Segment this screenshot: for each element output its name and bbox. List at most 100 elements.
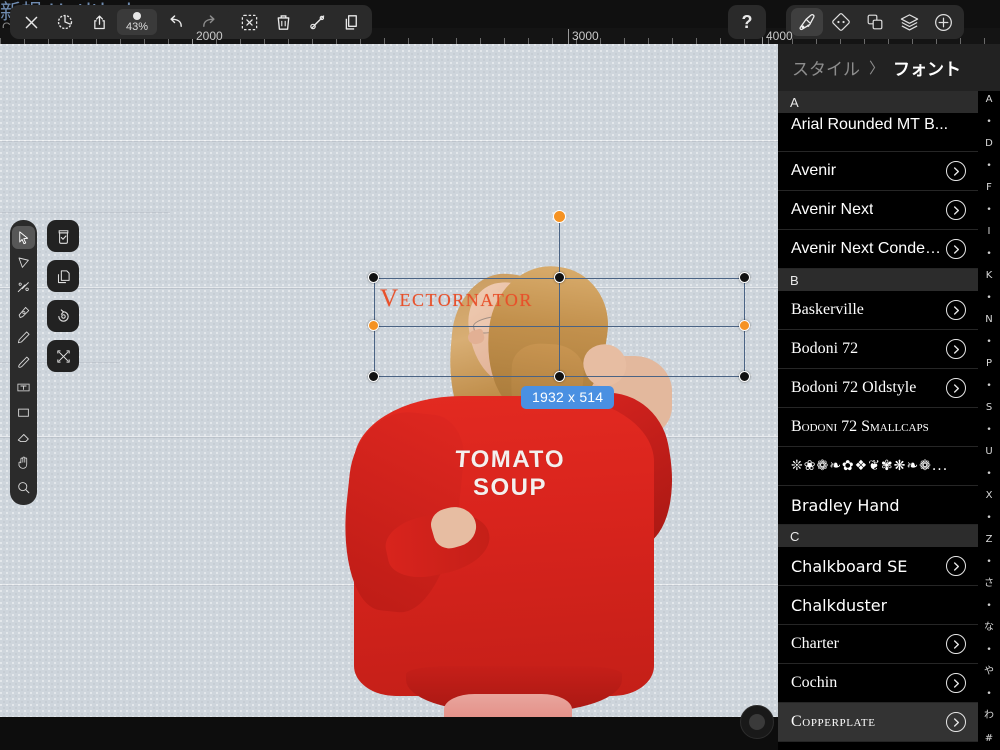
- chevron-right-icon[interactable]: [946, 673, 966, 693]
- chevron-right-icon[interactable]: [946, 634, 966, 654]
- scissors-tool[interactable]: [12, 276, 35, 299]
- font-list-item[interactable]: Chalkboard SE: [778, 547, 978, 586]
- hand-tool[interactable]: [12, 451, 35, 474]
- zoom-level-chip[interactable]: 43%: [117, 9, 157, 35]
- font-list-item[interactable]: ❊❀❁❧✿❖❦✾❋❧❁...: [778, 447, 978, 486]
- handle-bottom-left[interactable]: [368, 371, 379, 382]
- duplicate-button[interactable]: [335, 8, 367, 36]
- chevron-right-icon[interactable]: [946, 300, 966, 320]
- chevron-right-icon[interactable]: [946, 339, 966, 359]
- index-dot[interactable]: •: [986, 117, 991, 127]
- handle-bottom-right[interactable]: [739, 371, 750, 382]
- font-list-item[interactable]: Baskerville: [778, 291, 978, 330]
- selection-bounding-box[interactable]: Vectornator 1932 x 514: [368, 210, 750, 409]
- pathfinder-tab[interactable]: [859, 8, 891, 36]
- node-tool[interactable]: [12, 251, 35, 274]
- styles-library-button[interactable]: [47, 220, 79, 252]
- index-dot[interactable]: •: [986, 249, 991, 259]
- zoom-tool[interactable]: [12, 476, 35, 499]
- index-letter[interactable]: な: [984, 623, 994, 633]
- font-list-item[interactable]: Avenir: [778, 152, 978, 191]
- arrange-tab[interactable]: [825, 8, 857, 36]
- font-list-item[interactable]: Bodoni 72 Oldstyle: [778, 369, 978, 408]
- breadcrumb-style[interactable]: スタイル: [792, 55, 860, 80]
- chevron-right-icon[interactable]: [946, 556, 966, 576]
- index-dot[interactable]: •: [986, 205, 991, 215]
- index-dot[interactable]: •: [986, 645, 991, 655]
- cut-button[interactable]: [301, 8, 333, 36]
- font-list-item[interactable]: Cochin: [778, 664, 978, 703]
- text-tool[interactable]: [12, 376, 35, 399]
- font-list-item[interactable]: Bodoni 72 Smallcaps: [778, 408, 978, 447]
- index-dot[interactable]: •: [986, 425, 991, 435]
- index-dot[interactable]: •: [986, 557, 991, 567]
- share-button[interactable]: [83, 8, 115, 36]
- chevron-right-icon[interactable]: [946, 712, 966, 732]
- font-list-item[interactable]: Copperplate: [778, 703, 978, 742]
- font-list-item[interactable]: Arial Rounded MT B...: [778, 113, 978, 152]
- index-dot[interactable]: •: [986, 381, 991, 391]
- index-dot[interactable]: •: [986, 469, 991, 479]
- index-letter[interactable]: K: [986, 271, 993, 281]
- add-tab[interactable]: [927, 8, 959, 36]
- index-dot[interactable]: •: [986, 337, 991, 347]
- font-list-item[interactable]: Avenir Next: [778, 191, 978, 230]
- shape-tool[interactable]: [12, 401, 35, 424]
- handle-mid-left[interactable]: [368, 320, 379, 331]
- layers-tab[interactable]: [893, 8, 925, 36]
- artwork-text-vectornator[interactable]: Vectornator: [380, 285, 533, 313]
- index-dot[interactable]: •: [986, 601, 991, 611]
- font-list-item[interactable]: Avenir Next Condensed: [778, 230, 978, 269]
- index-dot[interactable]: •: [986, 293, 991, 303]
- rotation-handle[interactable]: [553, 210, 566, 223]
- index-letter[interactable]: や: [984, 667, 994, 677]
- handle-bottom-center[interactable]: [554, 371, 565, 382]
- index-letter[interactable]: N: [985, 315, 992, 325]
- help-button[interactable]: ?: [728, 5, 766, 39]
- index-letter[interactable]: S: [986, 403, 992, 413]
- font-list-item[interactable]: Bodoni 72: [778, 330, 978, 369]
- chevron-right-icon[interactable]: [946, 161, 966, 181]
- index-letter[interactable]: わ: [984, 711, 994, 721]
- index-letter[interactable]: F: [986, 183, 992, 193]
- deselect-button[interactable]: [233, 8, 265, 36]
- index-letter[interactable]: I: [988, 227, 991, 237]
- undo-button[interactable]: [159, 8, 191, 36]
- font-list-item[interactable]: Chalkduster: [778, 586, 978, 625]
- settings-button[interactable]: [49, 8, 81, 36]
- index-dot[interactable]: •: [986, 689, 991, 699]
- index-letter[interactable]: D: [985, 139, 993, 149]
- history-button[interactable]: [47, 300, 79, 332]
- index-letter[interactable]: P: [986, 359, 992, 369]
- alphabet-index-rail[interactable]: A • D • F • I • K • N • P • S • U • X • Z • さ • な • や • わ #: [978, 91, 1000, 750]
- home-indicator-button[interactable]: [740, 705, 774, 739]
- handle-mid-right[interactable]: [739, 320, 750, 331]
- index-letter[interactable]: U: [985, 447, 992, 457]
- font-list-item[interactable]: Bradley Hand: [778, 486, 978, 525]
- handle-top-center[interactable]: [554, 272, 565, 283]
- chevron-right-icon[interactable]: [946, 200, 966, 220]
- index-letter[interactable]: Z: [986, 535, 993, 545]
- canvas[interactable]: TOMATO SOUP Vectornator 1932 x 514: [0, 44, 778, 717]
- index-letter[interactable]: A: [986, 95, 993, 105]
- style-tab[interactable]: [791, 8, 823, 36]
- font-list-item[interactable]: Courier: [778, 742, 978, 750]
- close-button[interactable]: [15, 8, 47, 36]
- font-list[interactable]: A Arial Rounded MT B... Avenir Avenir Next A…: [778, 91, 978, 750]
- index-letter[interactable]: さ: [984, 579, 994, 589]
- eraser-tool[interactable]: [12, 426, 35, 449]
- pencil-tool[interactable]: [12, 326, 35, 349]
- chevron-right-icon[interactable]: [946, 239, 966, 259]
- handle-top-right[interactable]: [739, 272, 750, 283]
- handle-top-left[interactable]: [368, 272, 379, 283]
- brush-tool[interactable]: [12, 351, 35, 374]
- pen-tool[interactable]: [12, 301, 35, 324]
- selection-tool[interactable]: [12, 226, 35, 249]
- index-dot[interactable]: •: [986, 161, 991, 171]
- index-letter[interactable]: X: [986, 491, 993, 501]
- index-letter[interactable]: #: [985, 733, 993, 744]
- index-dot[interactable]: •: [986, 513, 991, 523]
- delete-button[interactable]: [267, 8, 299, 36]
- chevron-right-icon[interactable]: [946, 378, 966, 398]
- font-list-item[interactable]: Charter: [778, 625, 978, 664]
